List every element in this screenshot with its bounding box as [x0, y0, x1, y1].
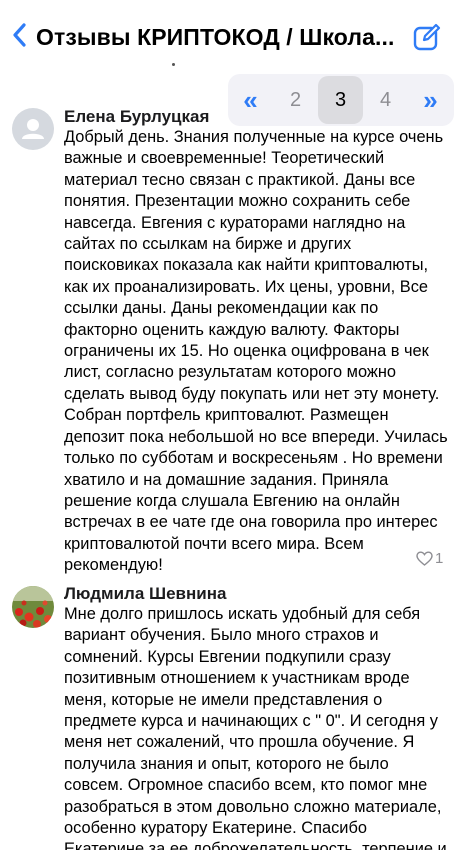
review-line: понятия. Презентации можно сохранить себ…: [64, 192, 411, 211]
review-line: сделать вывод буду покупать или нет эту …: [64, 384, 440, 403]
compose-button[interactable]: [412, 22, 442, 52]
first-page-button[interactable]: «: [228, 74, 273, 126]
review-line: ссылки даны. Даны рекомендации как по: [64, 299, 379, 318]
review-line: сайтах по ссылкам на бирже и других: [64, 235, 352, 254]
review-line: меня нет сожалений, что прошла обучение.…: [64, 733, 415, 752]
page-button-2[interactable]: 2: [273, 74, 318, 126]
compose-icon: [413, 23, 441, 51]
page-button-current[interactable]: 3: [318, 76, 363, 124]
review-line: хватило и на домашние задания. Приняла: [64, 470, 389, 489]
chevron-left-icon: [13, 23, 26, 47]
heart-icon: [416, 551, 433, 566]
review-line: решение когда слушала Евгению на онлайн: [64, 491, 400, 510]
review-line: совсем. Огромное спасибо всем, кто помог…: [64, 776, 428, 795]
review-line: факторно оценить каждую валюту. Факторы: [64, 320, 400, 339]
review-line: лист, согласно результатам которого можн…: [64, 363, 397, 382]
review-line: Добрый день. Знания полученные на курсе …: [64, 128, 444, 146]
avatar[interactable]: [12, 108, 54, 150]
review-line: позитивным отношением к участникам вроде: [64, 669, 410, 688]
review-line: только по субботам и воскресеньям . Но в…: [64, 449, 443, 468]
divider-dot: [172, 63, 175, 66]
review-line: депозит пока небольшой но все впереди. У…: [64, 427, 448, 446]
avatar[interactable]: [12, 586, 54, 628]
review-line: меня, которые не имели представления о: [64, 690, 383, 709]
review-line: предмете курса и начинающих с " 0". И се…: [64, 712, 438, 731]
avatar-photo: [12, 586, 54, 628]
review-line: поисковиках показала как найти криптовал…: [64, 256, 429, 275]
review-line: важные и своевременные! Теоретический: [64, 149, 385, 168]
review-author[interactable]: Елена Бурлуцкая: [64, 107, 209, 127]
review-line: материал тесно связан с практикой. Даны …: [64, 170, 416, 189]
review-author[interactable]: Людмила Шевнина: [64, 584, 226, 604]
like-count: 1: [435, 550, 444, 567]
review-line: особенно куратору Екатерине. Спасибо: [64, 819, 367, 838]
page-button-4[interactable]: 4: [363, 74, 408, 126]
default-user-icon: [22, 119, 44, 139]
nav-header: Отзывы КРИПТОКОД / Школа...: [0, 0, 460, 62]
review-line: Собран портфель криптовалют. Размещен: [64, 406, 389, 425]
review-text: Мне долго пришлось искать удобный для се…: [64, 604, 447, 850]
review-line: как их проанализировать. Их цены, уровни…: [64, 277, 429, 296]
pagination: « 2 3 4 »: [228, 74, 454, 126]
review-line: встречах в ее чате где она говорила про …: [64, 513, 438, 532]
review-line: сомнений. Курсы Евгении подкупили сразу: [64, 647, 391, 666]
next-page-button[interactable]: »: [408, 74, 453, 126]
review-line: Мне долго пришлось искать удобный для се…: [64, 605, 421, 623]
page-title: Отзывы КРИПТОКОД / Школа...: [36, 24, 395, 50]
review-line: криптовалютой почти всего мира. Всем: [64, 534, 364, 553]
review-line: ограничены их 15. Но оценка оцифрована в…: [64, 342, 429, 361]
like-button[interactable]: 1: [416, 550, 443, 567]
review-line: получила знания и опыт, которого не было: [64, 754, 389, 773]
back-button[interactable]: [10, 22, 30, 48]
review-text: Добрый день. Знания полученные на курсе …: [64, 127, 448, 577]
review-line: навсегда. Евгения с кураторами наглядно …: [64, 213, 406, 232]
review-line: Екатерине за ее доброжелательность, терп…: [64, 840, 447, 850]
review-line: разобраться в этом довольно сложно матер…: [64, 797, 442, 816]
review-line: рекомендую!: [64, 556, 163, 575]
review-line: вариант обучения. Было много страхов и: [64, 626, 379, 645]
